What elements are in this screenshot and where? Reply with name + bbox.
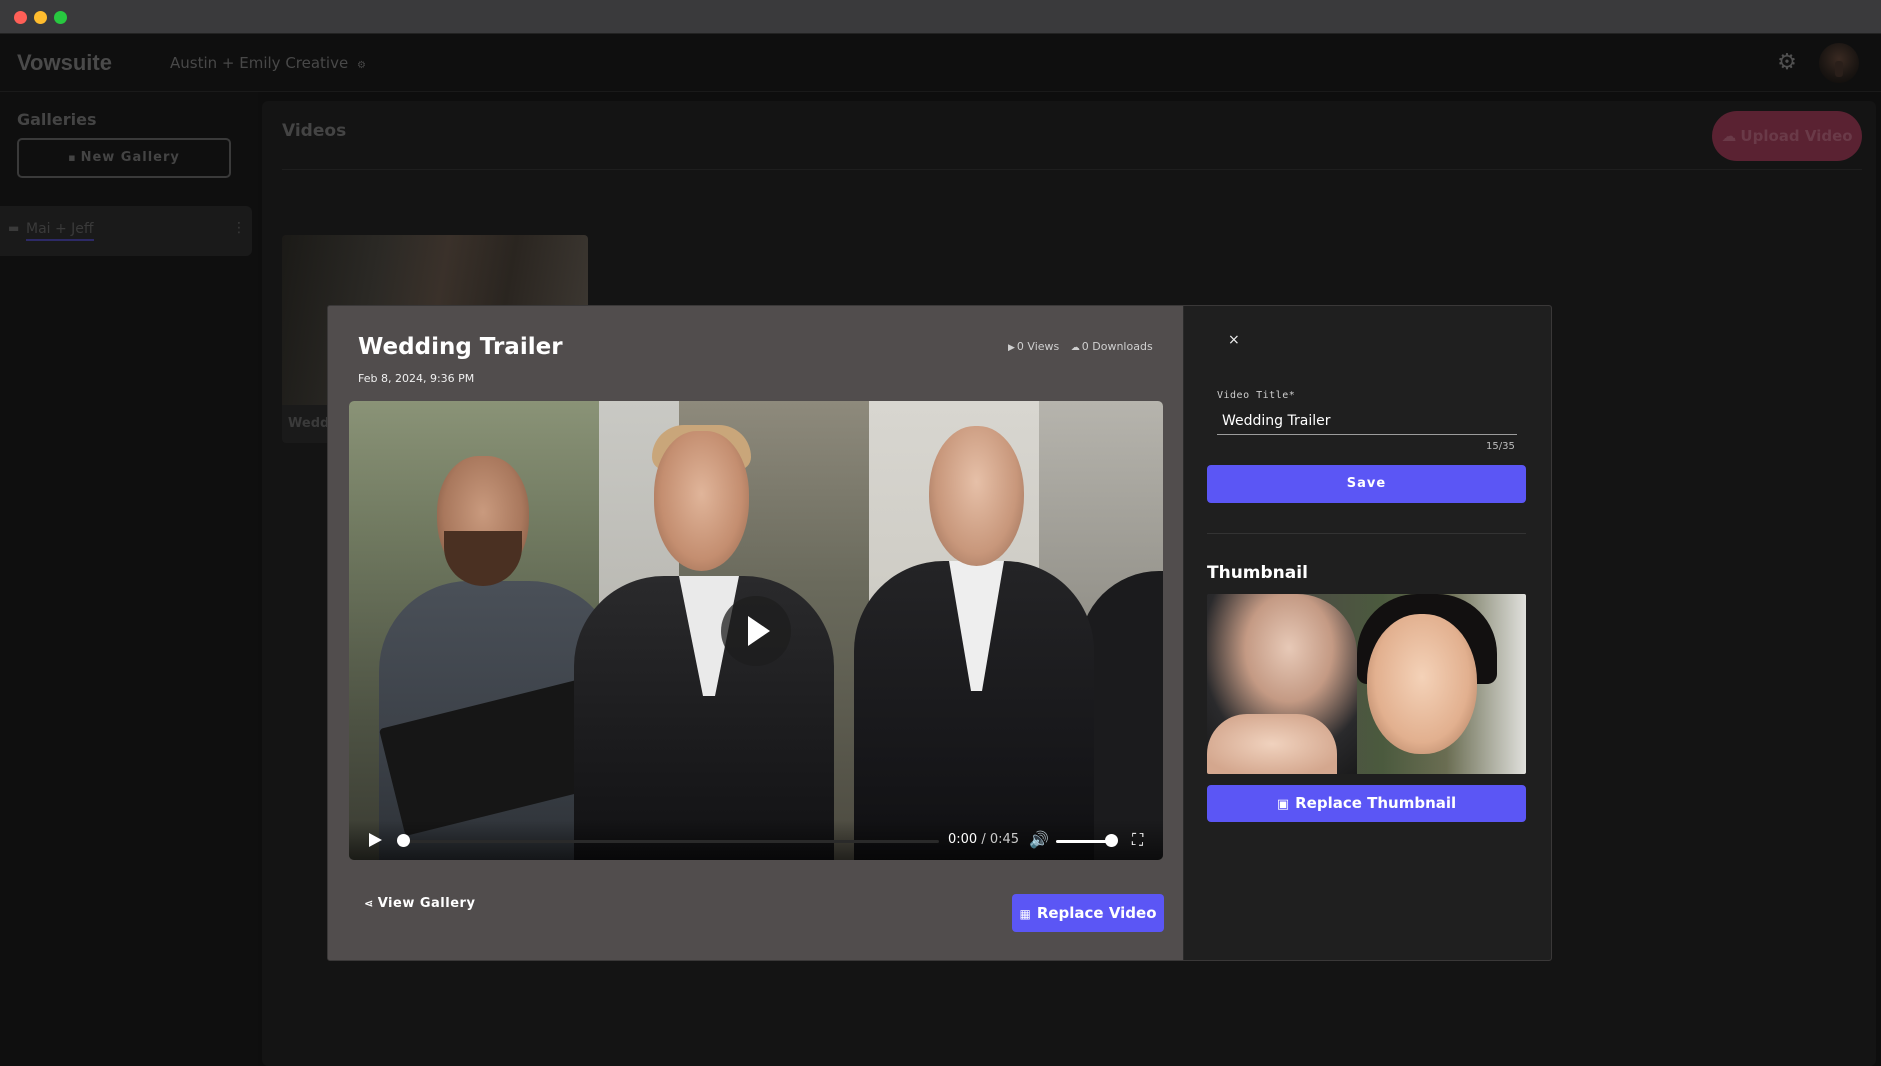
- replace-video-label: Replace Video: [1036, 904, 1157, 922]
- new-gallery-label: New Gallery: [80, 150, 180, 165]
- share-icon: ⋖: [364, 897, 374, 910]
- folder-plus-icon: ▪: [68, 151, 77, 164]
- thumbnail-image: [1207, 594, 1526, 774]
- modal-left-panel: Wedding Trailer Feb 8, 2024, 9:36 PM ▶ 0 …: [328, 306, 1183, 960]
- cloud-upload-icon: ☁: [1721, 127, 1737, 145]
- replace-video-button[interactable]: ▦ Replace Video: [1012, 894, 1164, 932]
- volume-icon[interactable]: 🔊: [1029, 830, 1049, 849]
- close-icon[interactable]: ×: [1228, 332, 1240, 348]
- avatar[interactable]: [1819, 43, 1859, 83]
- current-time: 0:00: [948, 832, 978, 847]
- page-title: Videos: [282, 121, 347, 141]
- sidebar: Galleries ▪ New Gallery ▬ Mai + Jeff ⋮: [0, 92, 258, 1066]
- view-gallery-link[interactable]: ⋖ View Gallery: [364, 896, 475, 911]
- views-stat: ▶ 0 Views: [1008, 340, 1059, 353]
- window-titlebar: [0, 0, 1881, 34]
- sidebar-item-gallery[interactable]: ▬ Mai + Jeff ⋮: [0, 206, 252, 256]
- play-small-icon: ▶: [1008, 343, 1015, 353]
- volume-handle[interactable]: [1105, 834, 1118, 847]
- upload-video-label: Upload Video: [1740, 127, 1853, 145]
- app-window: Vowsuite Austin + Emily Creative ⚙ ⚙ Gal…: [0, 0, 1881, 1066]
- char-counter: 15/35: [1486, 441, 1515, 452]
- gear-small-icon: ⚙: [356, 60, 366, 71]
- maximize-window-button[interactable]: [54, 11, 67, 24]
- save-button[interactable]: Save: [1207, 465, 1526, 503]
- app-header: Vowsuite Austin + Emily Creative ⚙ ⚙: [0, 34, 1881, 92]
- player-controls: 0:00 / 0:45 🔊 ⛶: [349, 820, 1163, 860]
- divider: [282, 169, 1862, 170]
- sidebar-title: Galleries: [17, 110, 97, 129]
- divider: [1207, 533, 1526, 534]
- video-stats: ▶ 0 Views ☁ 0 Downloads: [1008, 340, 1161, 353]
- play-icon[interactable]: [367, 832, 383, 848]
- replace-thumbnail-label: Replace Thumbnail: [1295, 794, 1457, 812]
- video-title-label: Video Title*: [1217, 390, 1296, 401]
- sidebar-item-label: Mai + Jeff: [26, 221, 94, 241]
- upload-video-button[interactable]: ☁ Upload Video: [1712, 111, 1862, 161]
- folder-icon: ▬: [8, 221, 20, 235]
- fullscreen-icon[interactable]: ⛶: [1132, 830, 1143, 850]
- time-display: 0:00 / 0:45: [948, 832, 1019, 847]
- duration: 0:45: [989, 832, 1020, 847]
- minimize-window-button[interactable]: [34, 11, 47, 24]
- video-player[interactable]: 0:00 / 0:45 🔊 ⛶: [349, 401, 1163, 860]
- close-window-button[interactable]: [14, 11, 27, 24]
- workspace-name: Austin + Emily Creative: [170, 54, 349, 72]
- video-title-input[interactable]: [1217, 408, 1517, 435]
- video-date: Feb 8, 2024, 9:36 PM: [358, 372, 475, 385]
- film-icon: ▦: [1019, 907, 1031, 921]
- play-overlay-button[interactable]: [721, 596, 791, 666]
- views-count: 0 Views: [1016, 340, 1060, 353]
- cloud-download-icon: ☁: [1070, 343, 1080, 353]
- more-options-icon[interactable]: ⋮: [232, 220, 246, 236]
- new-gallery-button[interactable]: ▪ New Gallery: [17, 138, 231, 178]
- time-separator: /: [977, 832, 990, 847]
- progress-bar[interactable]: [401, 840, 939, 843]
- view-gallery-label: View Gallery: [377, 896, 476, 911]
- gear-icon[interactable]: ⚙: [1775, 51, 1799, 75]
- progress-handle[interactable]: [397, 834, 410, 847]
- downloads-count: 0 Downloads: [1081, 340, 1153, 353]
- downloads-stat: ☁ 0 Downloads: [1071, 340, 1153, 353]
- brand-logo[interactable]: Vowsuite: [17, 50, 112, 76]
- thumbnail-heading: Thumbnail: [1207, 563, 1308, 583]
- workspace-selector[interactable]: Austin + Emily Creative ⚙: [170, 54, 366, 72]
- replace-thumbnail-button[interactable]: ▣ Replace Thumbnail: [1207, 785, 1526, 822]
- images-icon: ▣: [1276, 797, 1290, 812]
- video-title: Wedding Trailer: [358, 334, 563, 360]
